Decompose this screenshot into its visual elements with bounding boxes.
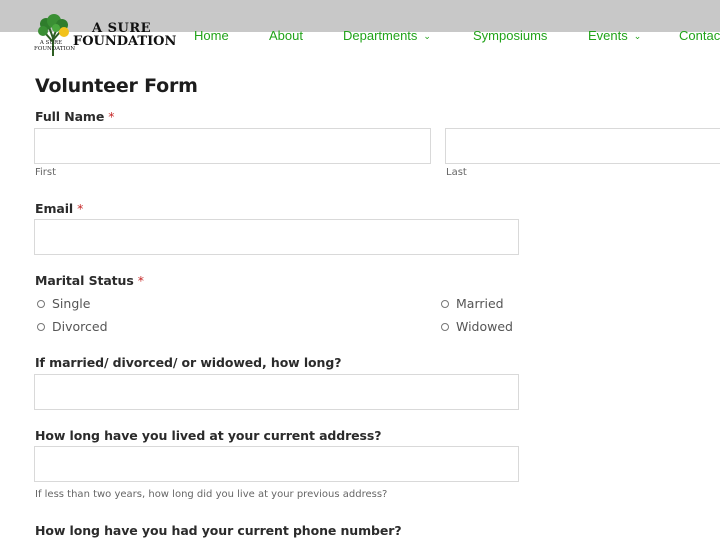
chevron-down-icon: ⌄ (423, 31, 431, 41)
radio-button[interactable] (441, 299, 449, 308)
email-field[interactable] (34, 219, 519, 255)
nav-symposiums-label: Symposiums (473, 28, 548, 43)
required-marker: * (137, 273, 144, 288)
radio-button[interactable] (37, 299, 45, 308)
email-label: Email * (35, 201, 83, 216)
current-address-label: How long have you lived at your current … (35, 428, 382, 443)
radio-widowed-label: Widowed (456, 319, 513, 334)
site-header: A SURE FOUNDATION A SURE FOUNDATION Home… (0, 0, 720, 62)
last-name-sublabel: Last (446, 167, 467, 178)
married-how-long-label: If married/ divorced/ or widowed, how lo… (35, 355, 342, 370)
first-name-sublabel: First (35, 167, 57, 178)
nav-departments[interactable]: Departments ⌄ (343, 28, 431, 43)
required-marker: * (108, 109, 115, 124)
nav-home[interactable]: Home (194, 28, 229, 43)
logo-small-text: A SURE FOUNDATION (34, 40, 76, 52)
nav-events[interactable]: Events ⌄ (588, 28, 641, 43)
full-name-label: Full Name * (35, 109, 115, 124)
radio-button[interactable] (441, 322, 449, 331)
current-address-field[interactable] (34, 446, 519, 482)
radio-divorced-label: Divorced (52, 319, 108, 334)
marital-status-label: Marital Status * (35, 273, 144, 288)
nav-about[interactable]: About (269, 28, 303, 43)
email-label-text: Email (35, 201, 74, 216)
nav-contact[interactable]: Contac (679, 28, 720, 43)
chevron-down-icon: ⌄ (633, 31, 642, 41)
current-address-help: If less than two years, how long did you… (35, 489, 388, 500)
radio-divorced[interactable]: Divorced (37, 319, 108, 334)
radio-married[interactable]: Married (441, 296, 504, 311)
radio-button[interactable] (37, 322, 45, 331)
nav-events-label: Events (588, 28, 628, 43)
nav-departments-label: Departments (343, 28, 418, 43)
radio-single[interactable]: Single (37, 296, 90, 311)
radio-married-label: Married (456, 296, 504, 311)
required-marker: * (77, 201, 84, 216)
form-title: Volunteer Form (35, 75, 198, 97)
married-how-long-field[interactable] (34, 374, 519, 410)
nav-symposiums[interactable]: Symposiums (473, 28, 547, 43)
last-name-field[interactable] (445, 128, 720, 164)
logo-line-2: FOUNDATION (73, 34, 177, 49)
nav-about-label: About (269, 28, 303, 43)
phone-duration-label: How long have you had your current phone… (35, 523, 402, 538)
radio-widowed[interactable]: Widowed (441, 319, 513, 334)
marital-status-label-text: Marital Status (35, 273, 134, 288)
radio-single-label: Single (52, 296, 91, 311)
nav-contact-label: Contac (679, 28, 720, 43)
nav-home-label: Home (194, 28, 229, 43)
first-name-field[interactable] (34, 128, 431, 164)
full-name-label-text: Full Name (35, 109, 105, 124)
site-logo[interactable]: A SURE FOUNDATION A SURE FOUNDATION (34, 12, 176, 58)
